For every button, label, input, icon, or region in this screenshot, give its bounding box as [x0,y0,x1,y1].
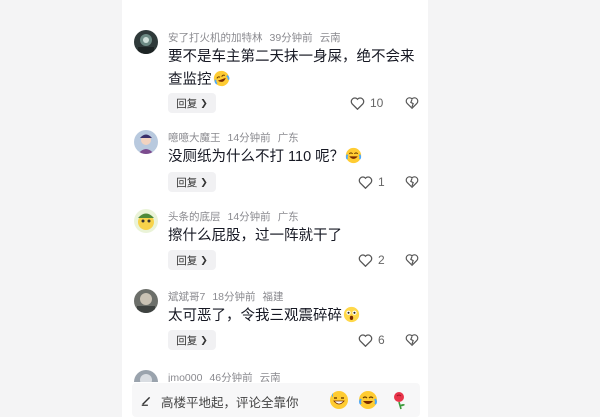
grin-sweat-emoji-icon[interactable] [329,390,349,410]
reply-button[interactable]: 回复 ❯ [168,172,216,192]
username[interactable]: 噫噫大魔王 [168,132,221,144]
comment-item-partial: jmo000 46分钟前 云南 [122,362,428,382]
comment-text-content: 要不是车主第二天抹一身屎，绝不会来查监控 [168,49,415,88]
reply-label: 回复 [176,97,198,110]
heart-icon [358,254,373,267]
comment-location: 福建 [262,291,284,303]
comment-text: 擦什么屁股，过一阵就干了 [168,225,418,248]
laugh-tears-tilt-icon [213,70,229,87]
comment-text-content: 擦什么屁股，过一阵就干了 [168,228,342,244]
chevron-right-icon: ❯ [200,254,208,265]
comment-time: 14分钟前 [227,211,271,223]
avatar[interactable] [134,289,158,313]
shocked-face-icon [343,306,360,323]
dislike-icon[interactable] [405,175,419,189]
username[interactable]: 安了打火机的加特林 [168,32,263,44]
comment-meta: 安了打火机的加特林 39分钟前 云南 [168,30,348,44]
comment-input-placeholder[interactable]: 高楼平地起，评论全靠你 [161,392,299,411]
like-button[interactable]: 2 [358,252,385,268]
comments-panel: 安了打火机的加特林 39分钟前 云南 要不是车主第二天抹一身屎，绝不会来查监控 回复… [122,0,428,417]
comment-item: 斌斌哥7 18分钟前 福建 太可恶了，令我三观震碎碎 回复 ❯ 6 [122,289,428,367]
like-count: 6 [378,333,385,347]
like-count: 2 [378,253,385,267]
avatar[interactable] [134,370,158,382]
like-button[interactable]: 6 [358,332,385,348]
heart-icon [350,97,365,110]
rose-emoji-icon[interactable] [390,390,410,410]
chevron-right-icon: ❯ [200,334,208,345]
comment-meta: jmo000 46分钟前 云南 [168,370,288,382]
comment-text: 要不是车主第二天抹一身屎，绝不会来查监控 [168,46,418,92]
comment-time: 14分钟前 [227,132,271,144]
comment-meta: 噫噫大魔王 14分钟前 广东 [168,130,306,144]
comment-meta: 头条的底层 14分钟前 广东 [168,209,306,223]
reply-button[interactable]: 回复 ❯ [168,93,216,113]
comment-item: 安了打火机的加特林 39分钟前 云南 要不是车主第二天抹一身屎，绝不会来查监控 回复… [122,30,428,113]
comment-item: 头条的底层 14分钟前 广东 擦什么屁股，过一阵就干了 回复 ❯ 2 [122,209,428,287]
comment-input-bar[interactable]: 高楼平地起，评论全靠你 [132,383,420,417]
comment-location: 广东 [277,132,299,144]
heart-icon [358,334,373,347]
laugh-tears-emoji-icon[interactable] [358,390,378,410]
laugh-tears-icon [346,147,362,164]
username[interactable]: 斌斌哥7 [168,291,205,303]
comment-time: 18分钟前 [212,291,256,303]
comment-text-content: 太可恶了，令我三观震碎碎 [168,308,342,324]
like-count: 1 [378,175,385,189]
comment-location: 广东 [277,211,299,223]
dislike-icon[interactable] [405,253,419,267]
dislike-icon[interactable] [405,96,419,110]
comment-location: 云南 [319,32,341,44]
like-count: 10 [370,96,384,110]
reply-label: 回复 [176,176,198,189]
comment-location: 云南 [259,372,281,382]
username[interactable]: 头条的底层 [168,211,221,223]
reply-button[interactable]: 回复 ❯ [168,330,216,350]
comment-text: 没厕纸为什么不打 110 呢？ [168,146,418,169]
pencil-icon [141,396,151,406]
comment-time: 46分钟前 [209,372,253,382]
like-button[interactable]: 10 [350,95,383,111]
avatar[interactable] [134,209,158,233]
comment-item: 噫噫大魔王 14分钟前 广东 没厕纸为什么不打 110 呢？ 回复 ❯ 1 [122,130,428,208]
comment-time: 39分钟前 [269,32,313,44]
reply-button[interactable]: 回复 ❯ [168,250,216,270]
chevron-right-icon: ❯ [200,176,208,187]
avatar[interactable] [134,30,158,54]
avatar[interactable] [134,130,158,154]
heart-icon [358,176,373,189]
username[interactable]: jmo000 [168,372,202,382]
comment-text: 太可恶了，令我三观震碎碎 [168,305,418,328]
comment-text-content: 没厕纸为什么不打 110 呢？ [168,149,345,165]
dislike-icon[interactable] [405,333,419,347]
reply-label: 回复 [176,254,198,267]
like-button[interactable]: 1 [358,174,385,190]
chevron-right-icon: ❯ [200,97,208,108]
comment-meta: 斌斌哥7 18分钟前 福建 [168,289,291,303]
reply-label: 回复 [176,334,198,347]
